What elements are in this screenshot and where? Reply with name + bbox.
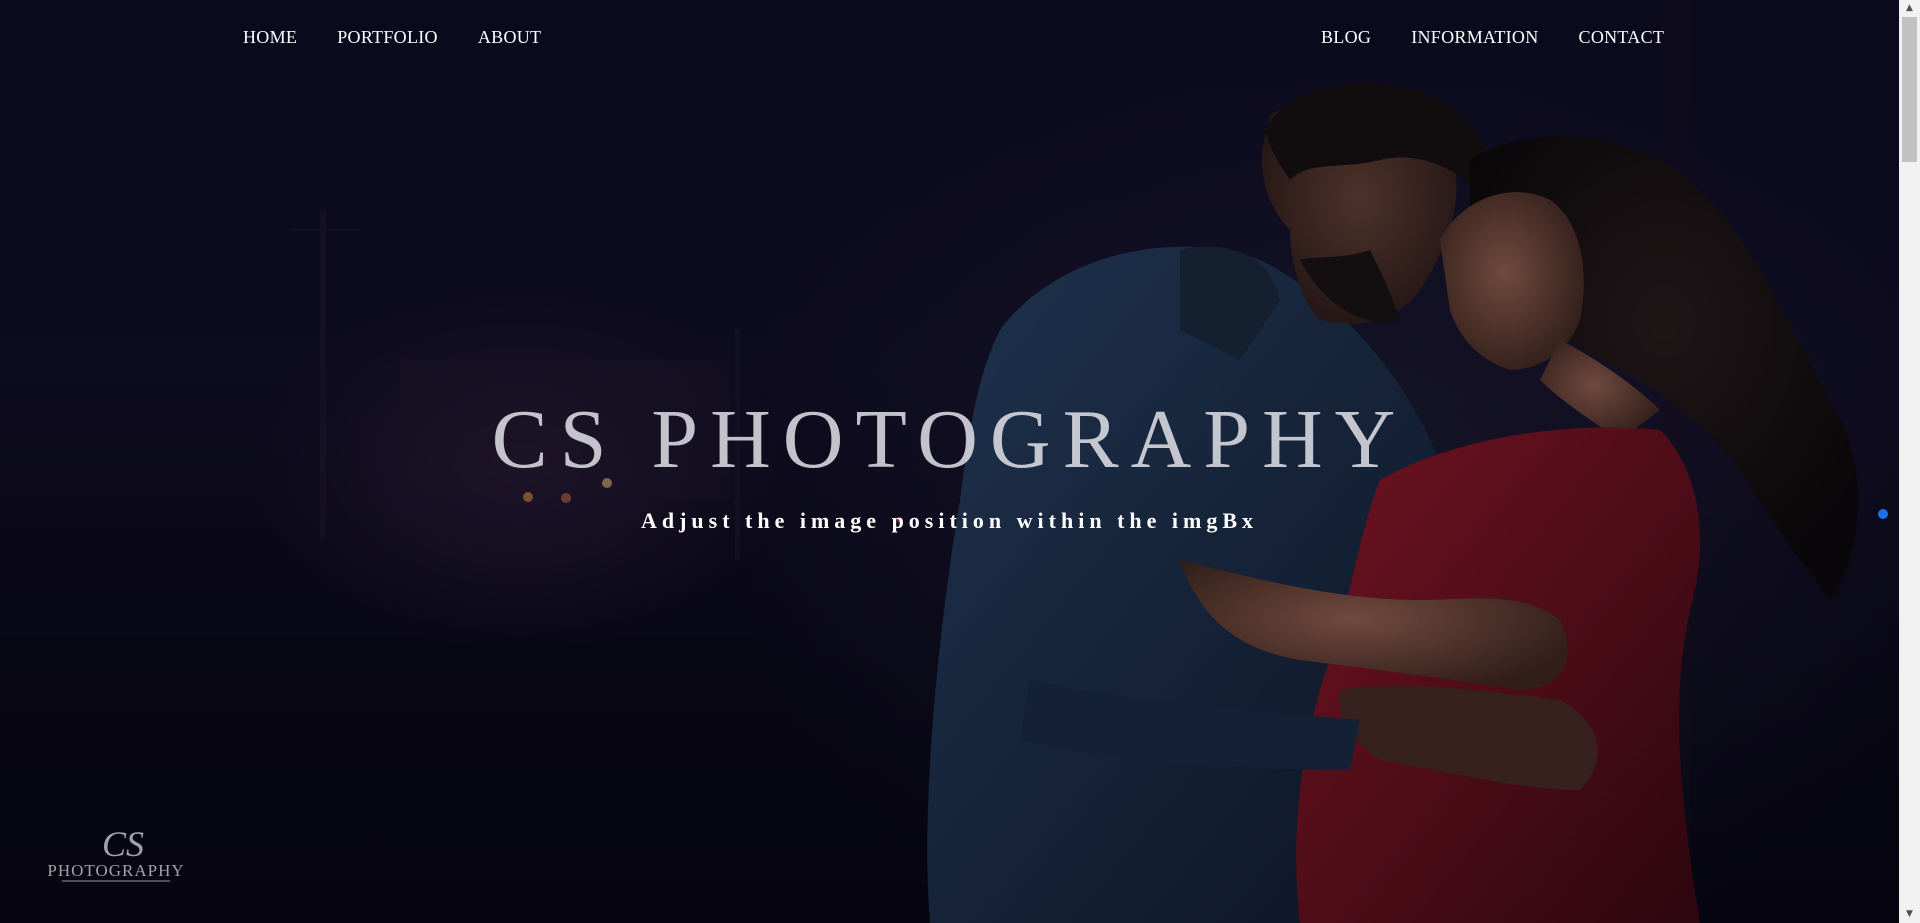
- scroll-up-arrow-icon[interactable]: ▲: [1899, 0, 1920, 17]
- nav-portfolio-link[interactable]: PORTFOLIO: [337, 27, 438, 48]
- nav-right-group: BLOG INFORMATION CONTACT: [1321, 27, 1664, 48]
- hero-subtitle: Adjust the image position within the img…: [640, 508, 1259, 533]
- logo-monogram: CS: [102, 826, 144, 864]
- brand-logo[interactable]: CS PHOTOGRAPHY: [28, 826, 208, 886]
- scroll-down-arrow-icon[interactable]: ▼: [1899, 906, 1920, 923]
- nav-about-link[interactable]: ABOUT: [478, 27, 542, 48]
- hero-title: CS PHOTOGRAPHY: [491, 393, 1408, 486]
- page: Couple portrait at night: [0, 0, 1920, 923]
- page-scrollbar[interactable]: ▲ ▼: [1899, 0, 1920, 923]
- nav-home-link[interactable]: HOME: [243, 27, 297, 48]
- nav-information-link[interactable]: INFORMATION: [1411, 27, 1538, 48]
- nav-contact-link[interactable]: CONTACT: [1579, 27, 1665, 48]
- scrollbar-thumb[interactable]: [1902, 17, 1917, 162]
- nav-left-group: HOME PORTFOLIO ABOUT: [243, 27, 541, 48]
- slide-indicator-dot-icon[interactable]: [1878, 509, 1888, 519]
- nav-blog-link[interactable]: BLOG: [1321, 27, 1371, 48]
- logo-wordmark: PHOTOGRAPHY: [47, 861, 184, 880]
- top-navigation: HOME PORTFOLIO ABOUT BLOG INFORMATION CO…: [0, 0, 1899, 78]
